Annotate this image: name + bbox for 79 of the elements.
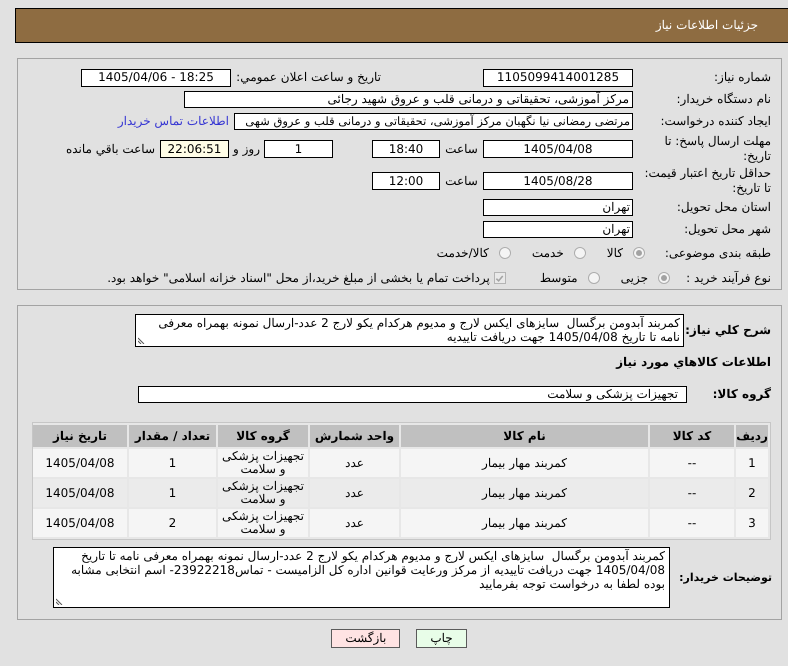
table-cell: -- — [650, 449, 734, 477]
table-cell: تجهیزات پزشکی و سلامت — [218, 479, 308, 507]
buyer-contact-link[interactable]: اطلاعات تماس خریدار — [118, 114, 229, 128]
table-cell: 2 — [736, 479, 768, 507]
column-header: تعداد / مقدار — [129, 425, 216, 447]
column-header: گروه کالا — [218, 425, 308, 447]
option-label: کالا — [606, 246, 623, 260]
field-label: تاریخ و ساعت اعلان عمومي: — [236, 70, 381, 84]
field-label: گروه کالا: — [712, 387, 771, 401]
radio-button[interactable] — [633, 247, 645, 259]
table-cell: 1 — [129, 479, 216, 507]
deadline-time-field[interactable]: 18:40 — [372, 140, 440, 158]
time-label: ساعت — [445, 142, 478, 156]
resize-grip-icon[interactable] — [138, 336, 146, 344]
city-field[interactable]: تهران — [483, 220, 633, 238]
field-label: نوع فرآیند خرید : — [686, 270, 771, 284]
table-cell: 1405/04/08 — [33, 449, 127, 477]
validity-date-field[interactable]: 1405/08/28 — [483, 172, 633, 190]
table-cell: 1405/04/08 — [33, 479, 127, 507]
column-header: نام کالا — [401, 425, 648, 447]
days-label: روز و — [233, 142, 260, 156]
announcement-date-field[interactable]: 1405/04/06 - 18:25 — [81, 68, 231, 86]
table-cell: عدد — [310, 479, 399, 507]
field-label: حداقل تاریخ اعتبار قیمت: تا تاریخ: — [644, 166, 771, 195]
field-label: استان محل تحویل: — [676, 200, 771, 214]
field-label: نام دستگاه خریدار: — [676, 92, 771, 106]
option-label: خدمت — [532, 246, 564, 260]
field-label: طبقه بندی موضوعی: — [664, 246, 771, 260]
section-title: اطلاعات کالاهاي مورد نياز — [616, 354, 771, 370]
table-cell: تجهیزات پزشکی و سلامت — [218, 449, 308, 477]
resize-grip-icon[interactable] — [56, 597, 64, 605]
field-label: ایجاد کننده درخواست: — [660, 114, 771, 128]
radio-button[interactable] — [498, 247, 511, 259]
time-label: ساعت — [445, 174, 478, 188]
column-header: واحد شمارش — [310, 425, 399, 447]
column-header: کد کالا — [650, 425, 734, 447]
option-label: جزیی — [620, 270, 648, 286]
deadline-date-field[interactable]: 1405/04/08 — [483, 140, 633, 158]
print-button[interactable]: چاپ — [416, 629, 467, 648]
goods-group-field[interactable]: تجهیزات پزشکی و سلامت — [138, 386, 687, 403]
checkbox[interactable] — [494, 272, 506, 284]
table-cell: 2 — [129, 509, 216, 537]
need-number-field[interactable]: 1105099414001285 — [483, 68, 633, 86]
back-button[interactable]: بازگشت — [331, 629, 400, 648]
column-header: تاریخ نیاز — [33, 425, 127, 447]
table-cell: عدد — [310, 449, 399, 477]
table-cell: عدد — [310, 509, 399, 537]
table-cell: 1 — [736, 449, 768, 477]
field-label: شهر محل تحویل: — [684, 222, 771, 236]
table-cell: 3 — [736, 509, 768, 537]
table-cell: -- — [650, 509, 734, 537]
field-label: مهلت ارسال پاسخ: تا تاریخ: — [664, 134, 771, 163]
validity-time-field[interactable]: 12:00 — [372, 172, 440, 190]
field-label: شماره نیاز: — [714, 70, 771, 84]
radio-button[interactable] — [658, 272, 670, 284]
requester-field[interactable]: مرتضی رمضانی نیا نگهبان مرکز آموزشی، تحقیقاتی و درمانی قلب و عروق شهی — [234, 112, 633, 130]
table-cell: 1 — [129, 449, 216, 477]
radio-button[interactable] — [574, 247, 586, 259]
treasury-payment-note: پرداخت تمام یا بخشی از مبلغ خرید،از محل "اسناد خزانه اسلامی" خواهد بود. — [107, 270, 490, 286]
table-cell: 1405/04/08 — [33, 509, 127, 537]
buyer-organization-field[interactable]: مرکز آموزشی، تحقیقاتی و درمانی قلب و عروق شهید رجائی — [184, 90, 633, 108]
column-header: ردیف — [736, 425, 768, 447]
remaining-label: ساعت باقي مانده — [66, 142, 155, 156]
radio-button[interactable] — [588, 272, 600, 284]
table-cell: کمربند مهار بیمار — [401, 449, 648, 477]
province-field[interactable]: تهران — [483, 198, 633, 216]
buyer-notes-textarea[interactable]: کمربند آبدومن برگسال سایزهای ایکس لارج و مدیوم هرکدام یکو لارج 2 عدد-ارسال نمونه بهمراه معرفی نامه تا تاریخ 1405/04/08 جهت دریافت تاییدیه از مرکز ورعایت قوانین اداره کل الزامیست - تماس23922218- اسم انتخابی مشابه بوده لطفا به درخواست توجه بفرمایید — [53, 547, 670, 608]
page-title: جزئیات اطلاعات نیاز — [656, 18, 758, 33]
option-label: متوسط — [540, 270, 578, 286]
field-label: شرح کلي نياز: — [685, 323, 771, 337]
table-cell: -- — [650, 479, 734, 507]
field-label: توضیحات خریدار: — [679, 571, 772, 584]
table-cell: تجهیزات پزشکی و سلامت — [218, 509, 308, 537]
table-cell: کمربند مهار بیمار — [401, 509, 648, 537]
days-field[interactable]: 1 — [264, 140, 333, 158]
remaining-time-field[interactable]: 22:06:51 — [160, 140, 229, 158]
description-textarea[interactable]: کمربند آبدومن برگسال سایزهای ایکس لارج و مدیوم هرکدام یکو لارج 2 عدد-ارسال نمونه بهمراه معرفی نامه تا تاریخ 1405/04/08 جهت دریافت تاییدیه — [135, 314, 684, 347]
table-cell: کمربند مهار بیمار — [401, 479, 648, 507]
option-label: کالا/خدمت — [436, 246, 489, 260]
